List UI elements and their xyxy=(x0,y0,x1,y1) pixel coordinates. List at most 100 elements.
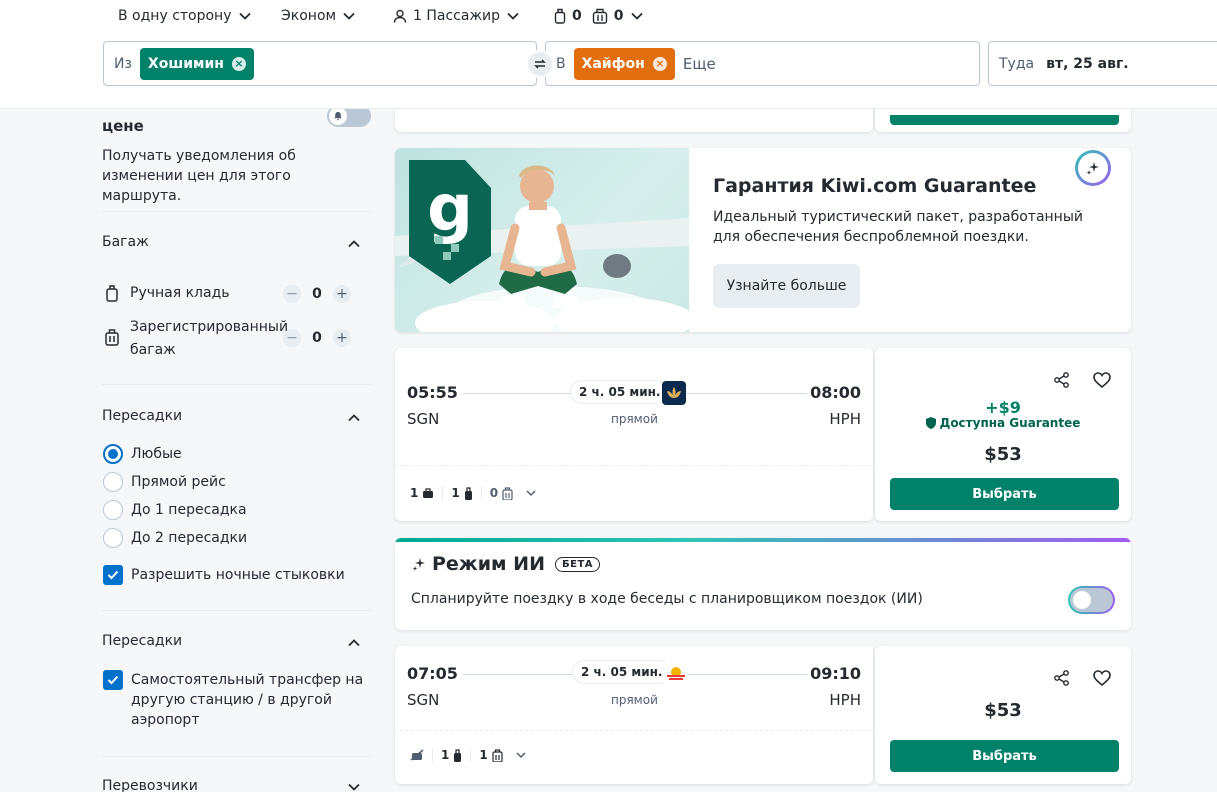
included-bags[interactable]: 1 1 0 xyxy=(410,486,537,500)
transfers-title: Пересадки xyxy=(102,633,183,649)
ai-gradient-bar xyxy=(395,538,1131,542)
bag-count: 1 xyxy=(451,486,460,500)
flight-card-2-price: $53 Выбрать xyxy=(875,646,1131,784)
included-bags[interactable]: 1 1 xyxy=(410,748,527,762)
swap-button[interactable] xyxy=(526,50,554,78)
chevron-up-icon[interactable] xyxy=(347,237,361,251)
trip-type-select[interactable]: В одну сторону xyxy=(118,5,252,27)
learn-more-button[interactable]: Узнайте больше xyxy=(713,264,860,308)
departure-airport: SGN xyxy=(407,410,440,428)
radio[interactable] xyxy=(103,528,123,548)
ai-desc: Спланируйте поездку в ходе беседы с план… xyxy=(411,591,923,607)
bell-icon xyxy=(334,112,342,121)
ai-mode-card: Режим ИИ БЕТА Спланируйте поездку в ходе… xyxy=(395,538,1131,630)
stops-option-1[interactable]: До 1 пересадка xyxy=(103,500,247,520)
overnight-checkbox-row[interactable]: Разрешить ночные стыковки xyxy=(103,565,345,585)
ai-mode-toggle[interactable] xyxy=(1068,586,1115,614)
chevron-down-icon[interactable] xyxy=(347,780,361,792)
person-icon xyxy=(393,9,407,23)
destination-chip[interactable]: Хайфон × xyxy=(573,47,675,80)
chevron-down-icon[interactable] xyxy=(515,749,527,761)
chevron-up-icon[interactable] xyxy=(347,636,361,650)
cabin-bag-icon xyxy=(464,486,472,500)
decrement-button[interactable]: − xyxy=(283,285,301,303)
cabin-class-select[interactable]: Эконом xyxy=(281,5,356,27)
increment-button[interactable]: + xyxy=(333,285,351,303)
share-icon[interactable] xyxy=(1052,668,1072,688)
origin-label: Из xyxy=(114,55,132,72)
flight-card-2-itinerary[interactable]: 07:05 09:10 2 ч. 05 мин. SGN HPH прямой … xyxy=(395,646,873,784)
stops-option-2[interactable]: До 2 пересадки xyxy=(103,528,247,548)
dashed-separator xyxy=(395,465,873,466)
ai-title-row: Режим ИИ БЕТА xyxy=(412,553,600,575)
cabin-bag-icon xyxy=(554,8,566,24)
guarantee-art: g xyxy=(395,160,689,332)
select-button[interactable]: Выбрать xyxy=(890,478,1119,510)
no-personal-item-icon xyxy=(410,749,424,761)
radio-selected[interactable] xyxy=(103,444,123,464)
remove-origin-icon[interactable]: × xyxy=(231,56,246,71)
toggle-knob xyxy=(329,107,347,125)
chevron-down-icon[interactable] xyxy=(525,487,537,499)
stops-label: прямой xyxy=(611,412,658,426)
price-alert-title: цене xyxy=(102,117,144,135)
flight-card-1-itinerary[interactable]: 05:55 08:00 2 ч. 05 мин. SGN HPH прямой … xyxy=(395,348,873,521)
heart-icon[interactable] xyxy=(1092,370,1112,390)
decrement-button[interactable]: − xyxy=(283,329,301,347)
heart-icon[interactable] xyxy=(1092,668,1112,688)
remove-destination-icon[interactable]: × xyxy=(652,56,667,71)
select-button[interactable]: Выбрать xyxy=(890,740,1119,772)
chevron-down-icon xyxy=(343,12,355,20)
flight-card-1-price: +$9 Доступна Guarantee $53 Выбрать xyxy=(875,348,1131,521)
check-icon xyxy=(107,675,119,685)
divider xyxy=(102,756,371,757)
checked-bag-value: 0 xyxy=(312,330,322,346)
share-icon[interactable] xyxy=(1052,370,1072,390)
ai-sparkle-button[interactable] xyxy=(1075,150,1111,186)
self-transfer-row[interactable]: Самостоятельный трансфер на другую станц… xyxy=(103,670,367,730)
price-alert-desc: Получать уведомления об изменении цен дл… xyxy=(102,148,296,204)
departure-airport: SGN xyxy=(407,691,440,709)
departure-time: 07:05 xyxy=(407,664,458,683)
self-transfer-label: Самостоятельный трансфер на другую станц… xyxy=(131,672,364,728)
checkbox-checked[interactable] xyxy=(103,565,123,585)
cabin-bag-value: 0 xyxy=(312,286,322,302)
lotus-icon xyxy=(667,387,681,398)
stops-option-label: До 1 пересадка xyxy=(131,502,247,518)
cabin-bag-row: Ручная кладь xyxy=(104,284,230,302)
personal-item-icon xyxy=(423,488,434,498)
chevron-up-icon[interactable] xyxy=(347,411,361,425)
cabin-bags-value: 0 xyxy=(572,8,582,24)
arrival-airport: HPH xyxy=(829,691,861,709)
trip-type-value: В одну сторону xyxy=(118,8,232,24)
origin-chip[interactable]: Хошимин × xyxy=(139,47,254,80)
stops-title: Пересадки xyxy=(102,408,183,424)
checked-bag-icon xyxy=(105,329,119,346)
prev-select-button[interactable] xyxy=(890,115,1119,125)
search-header: В одну сторону Эконом 1 Пассажир 0 0 Из … xyxy=(0,0,1217,109)
stops-option-direct[interactable]: Прямой рейс xyxy=(103,472,226,492)
checked-bag-icon xyxy=(502,486,513,500)
airline-logo xyxy=(662,381,686,405)
cabin-bag-icon xyxy=(106,285,118,302)
checkbox-checked[interactable] xyxy=(103,670,123,690)
guarantee-illustration: g xyxy=(395,148,689,332)
bag-count: 1 xyxy=(479,748,488,762)
checked-bag-stepper: − 0 + xyxy=(283,329,351,347)
check-icon xyxy=(107,570,119,580)
departure-time: 05:55 xyxy=(407,383,458,402)
destination-field[interactable]: В Хайфон × Еще xyxy=(545,41,980,86)
bags-select[interactable]: 0 0 xyxy=(554,5,644,27)
sparkle-icon xyxy=(1086,162,1099,175)
departure-date-value: вт, 25 авг. xyxy=(1046,55,1129,72)
departure-date-field[interactable]: Туда вт, 25 авг. xyxy=(988,41,1217,86)
origin-field[interactable]: Из Хошимин × xyxy=(103,41,537,86)
stops-option-any[interactable]: Любые xyxy=(103,444,182,464)
radio[interactable] xyxy=(103,472,123,492)
more-destinations-placeholder[interactable]: Еще xyxy=(683,55,716,73)
carriers-title: Перевозчики xyxy=(102,778,198,792)
radio[interactable] xyxy=(103,500,123,520)
increment-button[interactable]: + xyxy=(333,329,351,347)
stops-option-label: До 2 пересадки xyxy=(131,530,248,546)
passengers-select[interactable]: 1 Пассажир xyxy=(393,5,520,27)
